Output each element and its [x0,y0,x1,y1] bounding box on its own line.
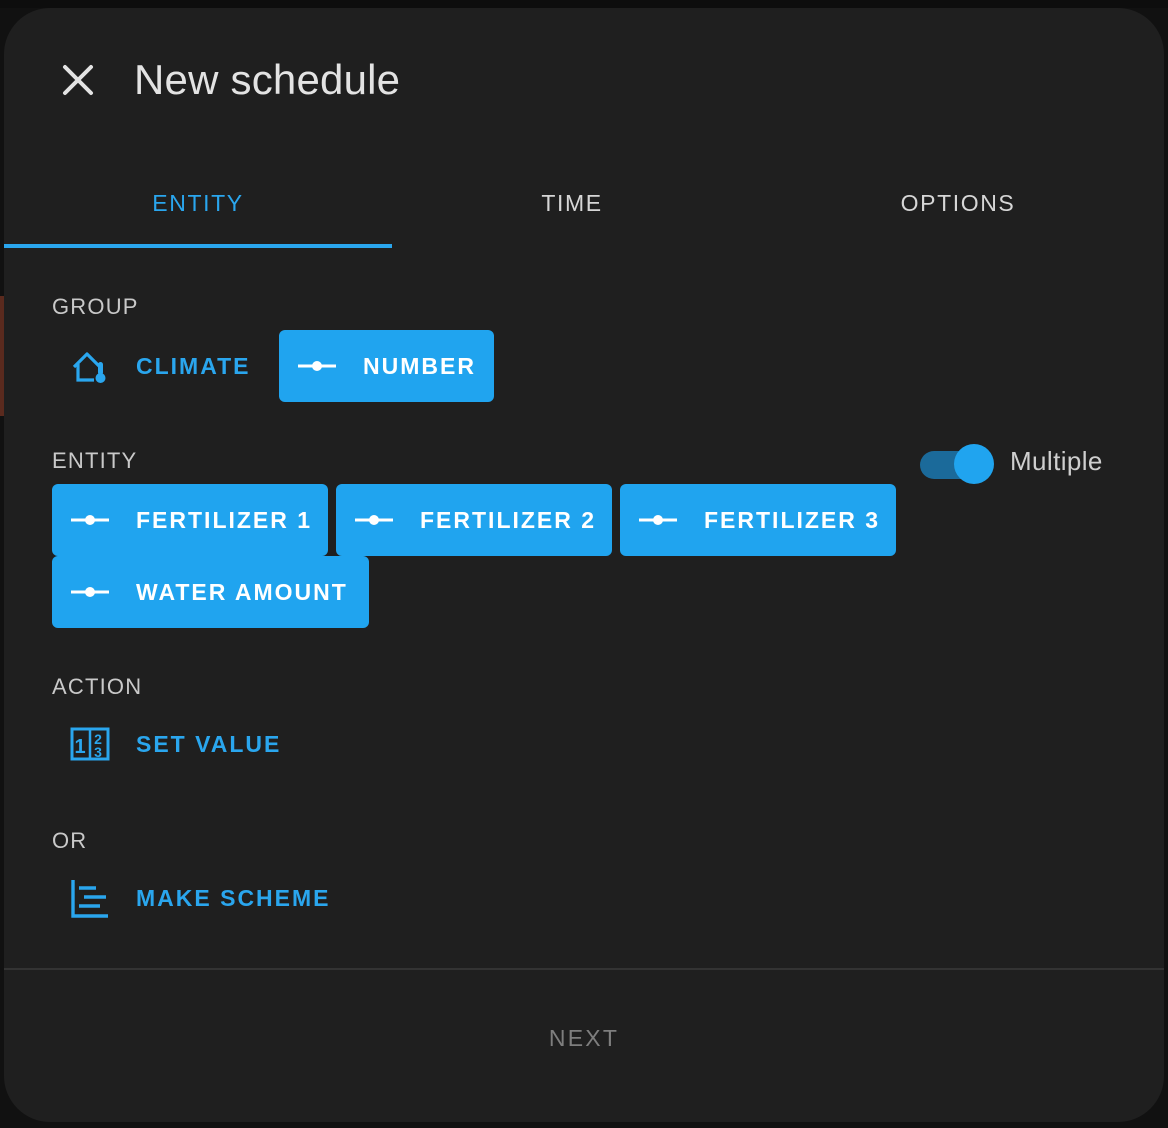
ray-vertex-icon [354,500,394,540]
dialog-title: New schedule [134,56,401,103]
tab-bar: ENTITY TIME OPTIONS [4,158,1164,248]
active-tab-indicator [4,244,392,248]
tab-time[interactable]: TIME [378,158,766,248]
home-thermometer-icon [70,346,110,386]
new-schedule-dialog: New schedule ENTITY TIME OPTIONS GROUP C… [4,8,1164,1122]
multiple-toggle[interactable] [920,444,994,484]
action-section-label: ACTION [52,674,143,699]
svg-text:3: 3 [94,744,104,760]
tab-options[interactable]: OPTIONS [764,158,1152,248]
ray-vertex-icon [70,500,110,540]
toggle-thumb [954,444,994,484]
or-section-label: OR [52,828,88,853]
group-section-label: GROUP [52,294,139,319]
close-button[interactable] [56,58,100,102]
group-climate-label: CLIMATE [136,352,251,379]
group-number-label: NUMBER [363,352,476,379]
entity-fertilizer-3-button[interactable]: FERTILIZER 3 [620,484,896,556]
multiple-toggle-label: Multiple [1010,446,1103,476]
next-button[interactable]: NEXT [516,1002,652,1074]
numeric-icon: 1 2 3 [70,724,110,764]
action-set-value-button[interactable]: 1 2 3 SET VALUE [52,708,299,780]
close-icon [63,65,93,95]
action-set-value-label: SET VALUE [136,730,282,757]
entity-fertilizer-1-label: FERTILIZER 1 [136,506,313,533]
entity-fertilizer-1-button[interactable]: FERTILIZER 1 [52,484,328,556]
entity-water-amount-button[interactable]: WATER AMOUNT [52,556,369,628]
group-climate-button[interactable]: CLIMATE [52,330,269,402]
make-scheme-button[interactable]: MAKE SCHEME [52,862,349,934]
backdrop [0,0,1168,8]
svg-text:1: 1 [74,736,87,758]
ray-vertex-icon [297,346,337,386]
ray-vertex-icon [70,572,110,612]
group-number-button[interactable]: NUMBER [279,330,494,402]
footer-divider [4,968,1164,970]
entity-section-label: ENTITY [52,448,138,473]
make-scheme-label: MAKE SCHEME [136,884,331,911]
entity-fertilizer-2-label: FERTILIZER 2 [420,506,597,533]
tab-entity[interactable]: ENTITY [4,158,392,248]
ray-vertex-icon [638,500,678,540]
chart-gantt-icon [70,878,110,918]
entity-water-amount-label: WATER AMOUNT [136,578,348,605]
entity-fertilizer-3-label: FERTILIZER 3 [704,506,881,533]
entity-fertilizer-2-button[interactable]: FERTILIZER 2 [336,484,612,556]
